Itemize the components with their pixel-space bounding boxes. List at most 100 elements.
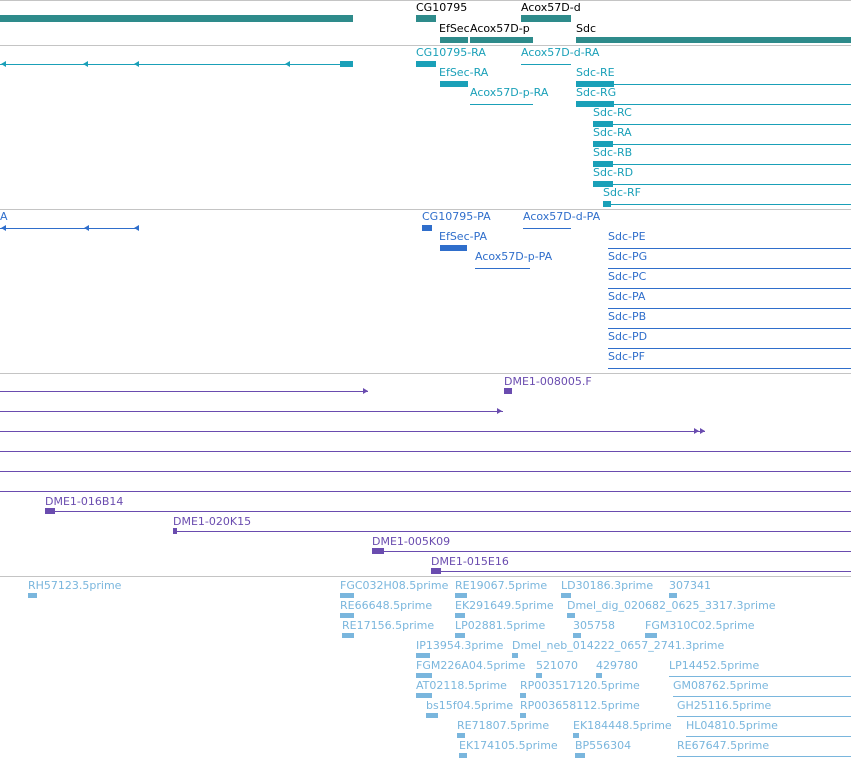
clone-line[interactable]	[0, 431, 705, 432]
est-feature[interactable]	[416, 653, 430, 658]
est-feature[interactable]	[426, 713, 438, 718]
est-label: RE19067.5prime	[455, 579, 548, 592]
est-line[interactable]	[669, 676, 851, 677]
exon-block[interactable]	[576, 81, 614, 87]
protein-label: Acox57D-p-PA	[475, 250, 553, 263]
est-label: RE17156.5prime	[342, 619, 435, 632]
est-feature[interactable]	[573, 733, 579, 738]
gene-feature[interactable]	[0, 15, 353, 22]
est-feature[interactable]	[645, 633, 657, 638]
est-feature[interactable]	[457, 733, 465, 738]
est-feature[interactable]	[520, 713, 526, 718]
clone-line[interactable]	[372, 551, 851, 552]
rna-label: Sdc-RC	[593, 106, 632, 119]
protein-sdc-pf[interactable]	[608, 368, 851, 369]
gene-feature-acox57d-p[interactable]	[470, 37, 533, 43]
est-label: FGM226A04.5prime	[416, 659, 526, 672]
est-feature[interactable]	[340, 593, 354, 598]
est-line[interactable]	[673, 696, 851, 697]
exon-block[interactable]	[576, 101, 614, 107]
est-feature[interactable]	[342, 633, 354, 638]
est-feature[interactable]	[416, 673, 432, 678]
clone-line[interactable]	[0, 391, 368, 392]
est-label: FGC032H08.5prime	[340, 579, 449, 592]
exon-block[interactable]	[340, 61, 353, 67]
exon-block[interactable]	[593, 181, 613, 187]
protein-label: Sdc-PC	[608, 270, 647, 283]
strand-arrow-icon	[694, 428, 699, 434]
clone-line[interactable]	[0, 491, 851, 492]
exon-block[interactable]	[603, 201, 611, 207]
exon-block[interactable]	[593, 121, 613, 127]
protein-sdc-pb[interactable]	[608, 328, 851, 329]
est-feature[interactable]	[416, 693, 432, 698]
protein-acox57d-d-pa[interactable]	[523, 228, 571, 229]
clone-line[interactable]	[173, 531, 851, 532]
protein-line[interactable]	[0, 228, 139, 229]
est-label: Dmel_neb_014222_0657_2741.3prime	[512, 639, 725, 652]
gene-feature-cg10795[interactable]	[416, 15, 436, 22]
est-feature[interactable]	[596, 673, 602, 678]
protein-sdc-pe[interactable]	[608, 248, 851, 249]
protein-sdc-pa[interactable]	[608, 308, 851, 309]
est-feature[interactable]	[340, 613, 354, 618]
gene-feature-sdc[interactable]	[576, 37, 851, 43]
transcript-sdc-re[interactable]	[576, 84, 851, 85]
transcript-sdc-rd[interactable]	[593, 184, 851, 185]
protein-cg10795-pa[interactable]	[422, 225, 432, 231]
clone-line[interactable]	[0, 411, 503, 412]
transcript-line[interactable]	[0, 64, 353, 65]
est-feature[interactable]	[669, 593, 677, 598]
exon-block[interactable]	[593, 161, 613, 167]
transcript-sdc-rf[interactable]	[603, 204, 851, 205]
track-separator	[0, 576, 851, 577]
transcript-cg10795-ra[interactable]	[416, 61, 436, 67]
protein-efsec-pa[interactable]	[440, 245, 467, 251]
est-feature[interactable]	[567, 613, 575, 618]
protein-sdc-pc[interactable]	[608, 288, 851, 289]
est-label: IP13954.3prime	[416, 639, 504, 652]
clone-feature[interactable]	[504, 388, 512, 394]
est-line[interactable]	[677, 716, 851, 717]
clone-line[interactable]	[0, 471, 851, 472]
rna-label: Sdc-RG	[576, 86, 617, 99]
exon-block[interactable]	[593, 141, 613, 147]
est-line[interactable]	[686, 736, 851, 737]
transcript-efsec-ra[interactable]	[440, 81, 468, 87]
gene-feature-efsec[interactable]	[440, 37, 468, 43]
est-feature[interactable]	[512, 653, 518, 658]
est-label: RE66648.5prime	[340, 599, 433, 612]
protein-acox57d-p-pa[interactable]	[475, 268, 530, 269]
est-label: LP14452.5prime	[669, 659, 760, 672]
transcript-sdc-rb[interactable]	[593, 164, 851, 165]
gene-feature-acox57d-d[interactable]	[521, 15, 571, 22]
est-feature[interactable]	[455, 633, 465, 638]
transcript-sdc-ra[interactable]	[593, 144, 851, 145]
protein-sdc-pd[interactable]	[608, 348, 851, 349]
est-label: GH25116.5prime	[677, 699, 772, 712]
clone-line[interactable]	[45, 511, 851, 512]
transcript-acox57d-p-ra[interactable]	[470, 104, 533, 105]
est-feature[interactable]	[536, 673, 542, 678]
rna-label: Sdc-RE	[576, 66, 615, 79]
est-feature[interactable]	[459, 753, 467, 758]
est-feature[interactable]	[573, 633, 581, 638]
est-feature[interactable]	[520, 693, 526, 698]
gene-label: Sdc	[576, 22, 597, 35]
est-feature[interactable]	[455, 613, 465, 618]
est-feature[interactable]	[28, 593, 37, 598]
clone-line[interactable]	[0, 451, 851, 452]
transcript-acox57d-d-ra[interactable]	[521, 64, 571, 65]
est-label: HL04810.5prime	[686, 719, 778, 732]
est-feature[interactable]	[455, 593, 467, 598]
transcript-sdc-rc[interactable]	[593, 124, 851, 125]
clone-line[interactable]	[431, 571, 851, 572]
protein-label: CG10795-PA	[422, 210, 491, 223]
est-line[interactable]	[677, 756, 851, 757]
est-feature[interactable]	[561, 593, 571, 598]
est-feature[interactable]	[575, 753, 585, 758]
transcript-sdc-rg[interactable]	[576, 104, 851, 105]
est-label: bs15f04.5prime	[426, 699, 514, 712]
protein-sdc-pg[interactable]	[608, 268, 851, 269]
protein-label: A	[0, 210, 8, 223]
